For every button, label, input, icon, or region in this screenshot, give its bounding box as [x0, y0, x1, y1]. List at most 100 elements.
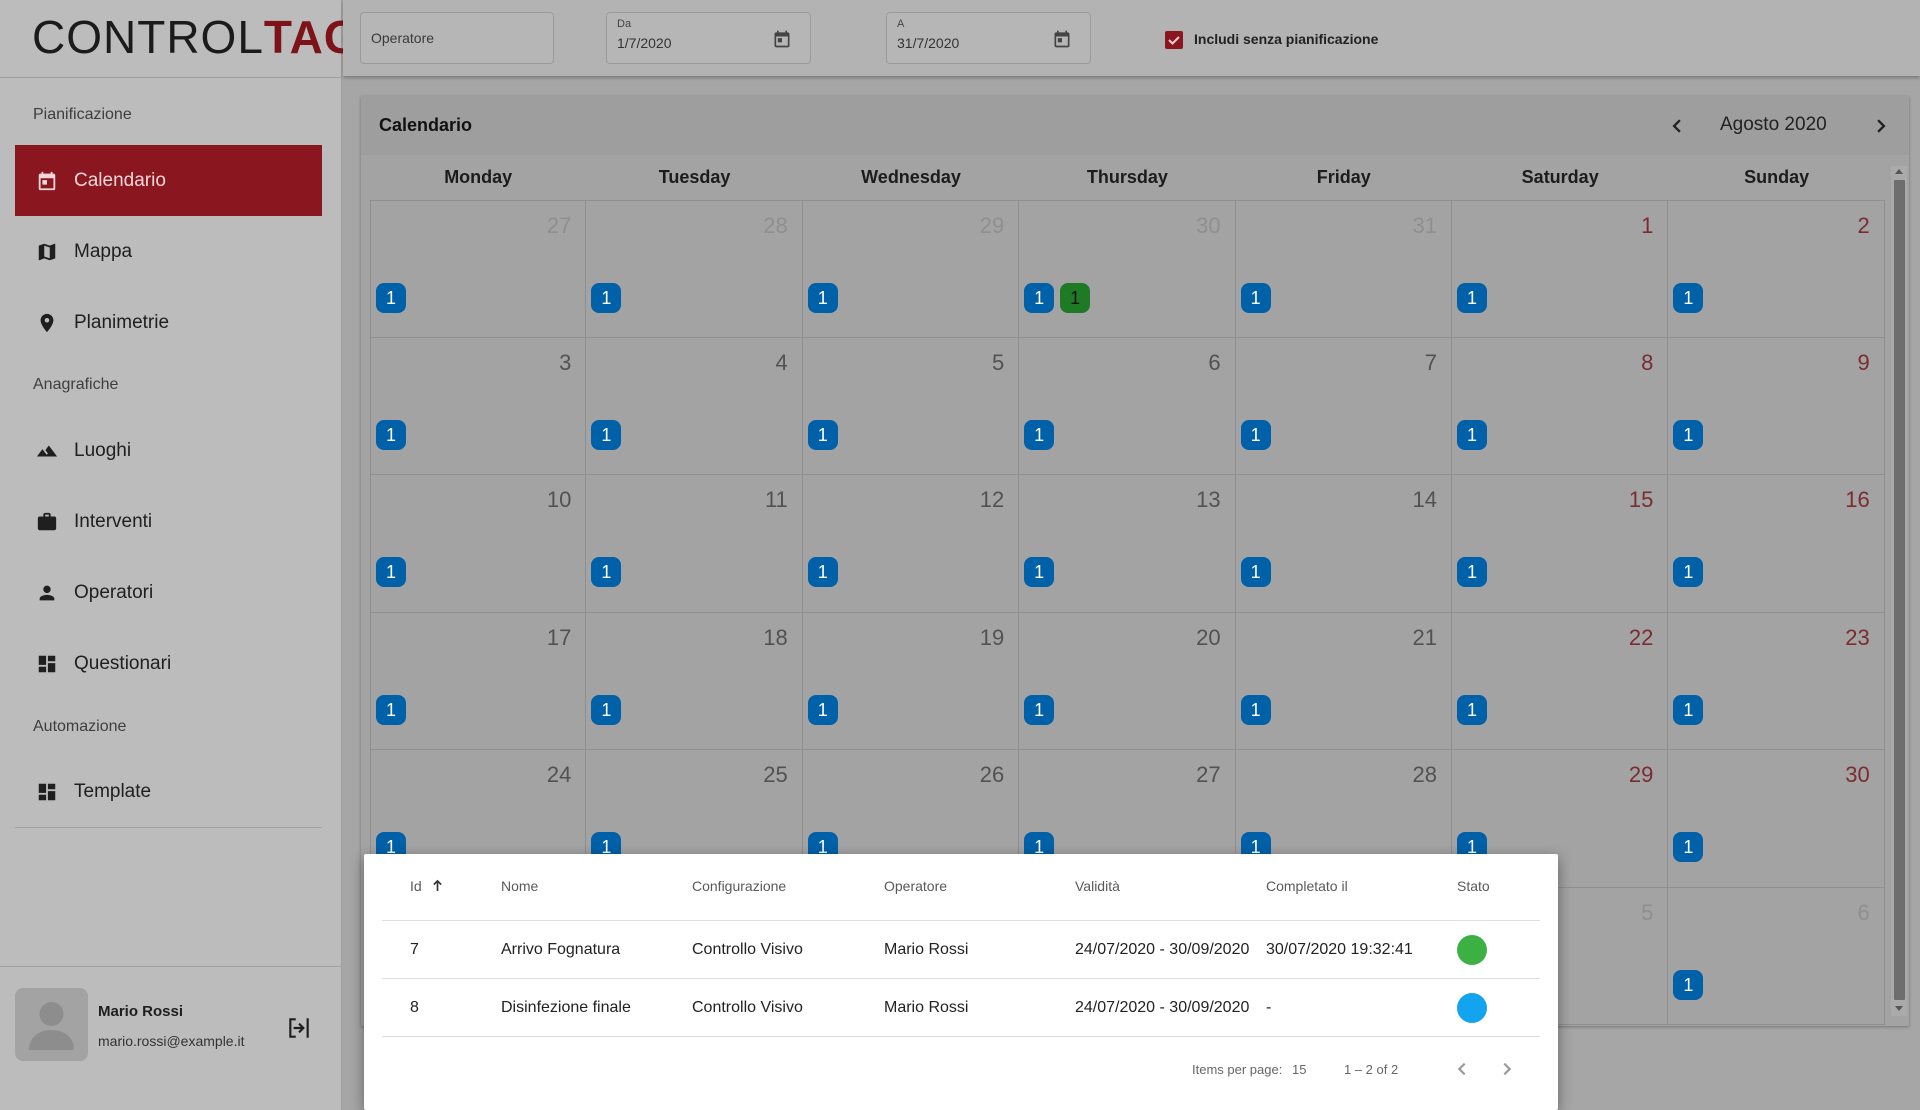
intervention-count-badge[interactable]: 1 — [1024, 419, 1055, 450]
intervention-count-badge[interactable]: 1 — [1673, 419, 1704, 450]
intervention-count-badge[interactable]: 1 — [1673, 969, 1704, 1000]
calendar-day-cell[interactable]: 17 1 — [370, 612, 587, 750]
scroll-up-icon[interactable] — [1895, 169, 1903, 174]
intervention-count-badge[interactable]: 1 — [807, 283, 838, 313]
scroll-down-icon[interactable] — [1895, 1006, 1903, 1011]
intervention-count-badge[interactable]: 1 — [1673, 557, 1704, 587]
sidebar-item-interventi[interactable]: Interventi — [15, 486, 322, 557]
sidebar-item-planimetrie[interactable]: Planimetrie — [15, 287, 322, 358]
intervention-count-badge[interactable]: 1 — [1457, 694, 1487, 725]
column-header-completato[interactable]: Completato il — [1266, 878, 1348, 894]
map-icon — [35, 240, 59, 264]
intervention-count-badge[interactable]: 1 — [1024, 557, 1055, 587]
intervention-count-badge[interactable]: 1 — [807, 419, 838, 450]
include-unplanned-checkbox[interactable] — [1165, 31, 1183, 49]
calendar-day-cell[interactable]: 31 — [370, 337, 587, 475]
calendar-day-cell[interactable]: 18 1 — [586, 612, 803, 750]
scroll-thumb[interactable] — [1894, 180, 1905, 1000]
sidebar-item-operatori[interactable]: Operatori — [15, 557, 322, 628]
calendar-day-cell[interactable]: 21 1 — [1235, 612, 1452, 750]
include-unplanned-label[interactable]: Includi senza pianificazione — [1194, 31, 1378, 47]
calendar-day-cell[interactable]: 29 1 — [802, 200, 1020, 338]
calendar-day-cell[interactable]: 10 1 — [370, 475, 587, 613]
calendar-picker-icon[interactable] — [1052, 29, 1072, 49]
intervention-count-badge[interactable]: 1 — [807, 694, 838, 725]
column-header-id[interactable]: Id — [410, 878, 443, 894]
calendar-day-cell[interactable]: 61 — [1668, 887, 1885, 1025]
calendar-day-cell[interactable]: 81 — [1452, 337, 1669, 475]
intervention-count-badge[interactable]: 1 — [376, 283, 406, 313]
intervention-count-badge[interactable]: 1 — [1673, 694, 1704, 725]
calendar-day-cell[interactable]: 61 — [1019, 337, 1236, 475]
calendar-day-cell[interactable]: 28 1 — [586, 200, 803, 338]
column-header-validita[interactable]: Validità — [1075, 878, 1120, 894]
calendar-day-cell[interactable]: 11 — [1452, 200, 1669, 338]
sidebar-item-luoghi[interactable]: Luoghi — [15, 415, 322, 486]
calendar-day-cell[interactable]: 91 — [1668, 337, 1885, 475]
next-page-button[interactable] — [1494, 1056, 1520, 1082]
intervention-count-badge[interactable]: 1 — [1240, 557, 1271, 587]
intervention-count-badge[interactable]: 1 — [1673, 283, 1704, 313]
calendar-day-cell[interactable]: 71 — [1235, 337, 1452, 475]
date-to-field[interactable]: A 31/7/2020 — [886, 12, 1091, 64]
calendar-day-cell[interactable]: 27 1 — [370, 200, 587, 338]
intervention-count-badge[interactable]: 1 — [591, 419, 622, 450]
intervention-count-badge[interactable]: 1 — [591, 557, 622, 587]
prev-page-button[interactable] — [1449, 1056, 1475, 1082]
calendar-day-cell[interactable]: 51 — [802, 337, 1020, 475]
intervention-count-badge[interactable]: 1 — [1240, 283, 1271, 313]
logo-text-control: CONTROL — [32, 11, 264, 63]
intervention-count-badge[interactable]: 1 — [591, 694, 622, 725]
sidebar-item-mappa[interactable]: Mappa — [15, 216, 322, 287]
items-per-page-select[interactable]: 15 — [1292, 1062, 1306, 1077]
logout-icon[interactable] — [286, 1015, 312, 1041]
calendar-day-cell[interactable]: 22 1 — [1452, 612, 1669, 750]
sidebar-item-template[interactable]: Template — [15, 756, 322, 827]
intervention-count-badge[interactable]: 1 — [1024, 694, 1055, 725]
intervention-count-badge[interactable]: 1 — [1240, 419, 1271, 450]
prev-month-button[interactable] — [1663, 112, 1691, 140]
intervention-count-badge[interactable]: 1 — [1457, 557, 1487, 587]
table-row[interactable]: 7 Arrivo Fognatura Controllo Visivo Mari… — [382, 921, 1540, 979]
cell-validita: 24/07/2020 - 30/09/2020 — [1075, 999, 1250, 1016]
app-logo[interactable]: CONTROLTAG — [0, 0, 360, 78]
intervention-count-badge[interactable]: 1 — [1673, 832, 1704, 862]
column-header-operatore[interactable]: Operatore — [884, 878, 947, 894]
calendar-scrollbar[interactable] — [1891, 166, 1907, 1016]
calendar-day-cell[interactable]: 12 1 — [802, 475, 1020, 613]
intervention-count-badge[interactable]: 1 — [376, 694, 406, 725]
calendar-picker-icon[interactable] — [772, 29, 792, 49]
sidebar-item-calendario[interactable]: Calendario — [15, 145, 322, 216]
calendar-day-cell[interactable]: 41 — [586, 337, 803, 475]
calendar-day-cell[interactable]: 21 — [1668, 200, 1885, 338]
intervention-count-badge[interactable]: 1 — [807, 557, 838, 587]
calendar-day-cell[interactable]: 16 1 — [1668, 475, 1885, 613]
intervention-count-badge[interactable]: 1 — [376, 557, 406, 587]
intervention-count-badge[interactable]: 1 — [591, 283, 622, 313]
calendar-day-cell[interactable]: 15 1 — [1452, 475, 1669, 613]
table-row[interactable]: 8 Disinfezione finale Controllo Visivo M… — [382, 979, 1540, 1037]
avatar — [15, 988, 88, 1061]
sidebar-item-questionari[interactable]: Questionari — [15, 628, 322, 699]
column-header-stato[interactable]: Stato — [1457, 878, 1490, 894]
completed-count-badge[interactable]: 1 — [1060, 283, 1091, 313]
intervention-count-badge[interactable]: 1 — [1457, 419, 1487, 450]
calendar-day-cell[interactable]: 30 1 1 — [1019, 200, 1236, 338]
calendar-day-cell[interactable]: 11 1 — [586, 475, 803, 613]
date-from-field[interactable]: Da 1/7/2020 — [606, 12, 811, 64]
column-header-configurazione[interactable]: Configurazione — [692, 878, 786, 894]
intervention-count-badge[interactable]: 1 — [1457, 283, 1487, 313]
intervention-count-badge[interactable]: 1 — [1240, 694, 1271, 725]
next-month-button[interactable] — [1867, 112, 1895, 140]
calendar-day-cell[interactable]: 30 1 — [1668, 750, 1885, 888]
calendar-day-cell[interactable]: 14 1 — [1235, 475, 1452, 613]
calendar-day-cell[interactable]: 31 1 — [1235, 200, 1452, 338]
calendar-day-cell[interactable]: 23 1 — [1668, 612, 1885, 750]
column-header-nome[interactable]: Nome — [501, 878, 538, 894]
intervention-count-badge[interactable]: 1 — [376, 419, 406, 450]
intervention-count-badge[interactable]: 1 — [1024, 283, 1055, 313]
calendar-day-cell[interactable]: 19 1 — [802, 612, 1020, 750]
operator-field[interactable]: Operatore — [360, 12, 554, 64]
calendar-day-cell[interactable]: 20 1 — [1019, 612, 1236, 750]
calendar-day-cell[interactable]: 13 1 — [1019, 475, 1236, 613]
